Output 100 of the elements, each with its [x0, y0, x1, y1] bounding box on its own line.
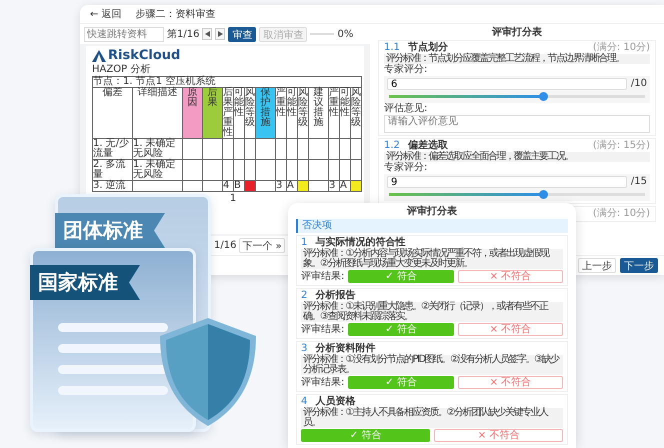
table-cell: 3 [328, 180, 340, 192]
table-cell [286, 138, 298, 160]
table-cell [222, 138, 234, 160]
score-input[interactable]: 6 [387, 78, 627, 90]
result-option[interactable]: ✓ 符合 [348, 323, 454, 336]
page-number: 1 [228, 193, 238, 204]
item-title: 人员资格 [315, 397, 356, 407]
ribbon-label: 国家标准 [30, 265, 140, 300]
dialog-title: 评审打分表 [406, 206, 458, 217]
document-count: 1/16 [214, 240, 236, 251]
score-unit: /10 [630, 79, 647, 89]
table-cell: 2. 多流量 [92, 160, 132, 180]
table-cell [298, 138, 308, 160]
table-cell: 1. 未确定无风险 [132, 160, 182, 180]
progress-reading: 0% [337, 28, 354, 40]
section-title: 偏差选取 [408, 141, 448, 151]
criteria-text: 评分标准：①分析内容与现场实际情况严重不符，或者出现虚假现象。②分析图纸与现场重大变更未及时更新。 [301, 249, 563, 269]
table-cell [286, 160, 298, 180]
column-header: 可能性 [234, 88, 244, 138]
item-number: 2 [301, 291, 308, 301]
table-cell: 4 [222, 180, 234, 192]
next-document-button[interactable]: 下一个 » [239, 238, 285, 253]
criteria-text: 评分标准：偏差选取应全面合理，覆盖主要工况。 [384, 152, 650, 162]
criteria-text: 评分标准：节点划分应覆盖完整工艺流程，节点边界清晰合理。 [384, 54, 650, 64]
previous-button[interactable] [202, 28, 212, 40]
slider-handle[interactable] [538, 190, 548, 199]
table-cell [256, 160, 276, 180]
triangle-logo-icon [92, 50, 106, 62]
document-heading: HAZOP 分析 [92, 64, 152, 75]
column-header: 建议措施 [308, 88, 328, 138]
result-label: 评审结果: [301, 324, 344, 334]
result-option[interactable]: ✓ 符合 [348, 270, 454, 283]
back-link[interactable]: ← 返回 [90, 7, 122, 21]
criteria-text: 评分标准：①没有划分节点的PID图纸。②没有分析人员签字。③缺少分析记录表。 [301, 355, 563, 375]
result-option[interactable]: ✓ 符合 [301, 429, 430, 442]
result-label: 评审结果: [301, 272, 344, 282]
table-cell [182, 138, 202, 160]
slider-handle[interactable] [538, 92, 548, 101]
result-option[interactable]: × 不符合 [458, 376, 563, 389]
table-cell [308, 180, 328, 192]
criteria-text: 评分标准：①主持人不具备相应资质。②分析团队缺少关键专业人员。 [301, 408, 563, 428]
column-header: 保护措施 [256, 88, 276, 138]
table-cell [132, 180, 182, 192]
score-input[interactable]: 9 [387, 176, 627, 188]
column-header: 严重性 [328, 88, 340, 138]
shield-icon [160, 318, 256, 426]
column-header: 原因 [182, 88, 202, 138]
column-header: 偏差 [92, 88, 132, 138]
max-score: (满分: 10分) [592, 43, 650, 53]
section-number: 1.1 [384, 43, 400, 53]
max-score: (满分: 10分) [592, 209, 650, 219]
table-cell [234, 160, 244, 180]
table-cell [202, 180, 222, 192]
table-cell [308, 160, 328, 180]
table-cell [202, 160, 222, 180]
table-cell [182, 180, 202, 192]
item-number: 4 [301, 397, 308, 407]
table-cell: 1. 未确定无风险 [132, 138, 182, 160]
column-header: 后果 [202, 88, 222, 138]
table-cell: 3 [276, 180, 286, 192]
document-select[interactable]: 快速跳转资料 [84, 26, 164, 42]
cancel-review-button[interactable]: 取消审查 [259, 26, 308, 42]
table-cell [256, 138, 276, 160]
result-option[interactable]: × 不符合 [458, 323, 563, 336]
column-header: 风险等级 [298, 88, 308, 138]
column-header: 可能性 [340, 88, 350, 138]
item-number: 3 [301, 344, 308, 354]
column-header: 后果严重性 [222, 88, 234, 138]
ribbon-label: 团体标准 [55, 213, 165, 248]
score-unit: /15 [630, 177, 647, 187]
result-option[interactable]: × 不符合 [434, 429, 563, 442]
right-triangle-icon [218, 31, 223, 37]
logo-text: RiskCloud [108, 49, 180, 63]
table-cell [340, 138, 350, 160]
result-option[interactable]: ✓ 符合 [348, 376, 454, 389]
result-option[interactable]: × 不符合 [458, 270, 563, 283]
score-label: 专家评分: [384, 65, 428, 75]
previous-step-button[interactable]: 上一步 [578, 258, 616, 273]
next-button[interactable] [215, 28, 226, 40]
step-title: 步骤二：资料审查 [136, 8, 216, 21]
table-cell [256, 180, 276, 192]
review-button[interactable]: 审查 [228, 26, 256, 42]
column-header: 严重性 [276, 88, 286, 138]
max-score: (满分: 15分) [592, 141, 650, 151]
table-cell [222, 160, 234, 180]
table-cell [308, 138, 328, 160]
item-title: 分析资料附件 [315, 344, 376, 354]
table-cell [350, 138, 362, 160]
table-cell: 1. 无/少流量 [92, 138, 132, 160]
table-cell [234, 138, 244, 160]
group-header: 否决项 [296, 219, 568, 233]
next-step-button[interactable]: 下一步 [620, 258, 658, 273]
comment-label: 评估意见: [384, 104, 428, 114]
column-header: 风险等级 [350, 88, 362, 138]
table-cell [202, 138, 222, 160]
criteria-text: 评分标准：①未识别重大隐患。②关闭行（记录），或者有些不正确。③查阅资料未跟踪落实。 [301, 302, 563, 322]
section-number: 1.2 [384, 141, 400, 151]
item-title: 与实际情况的符合性 [315, 238, 406, 248]
table-cell: 3. 逆流 [92, 180, 132, 192]
comment-field[interactable]: 请输入评价意见 [384, 115, 650, 133]
